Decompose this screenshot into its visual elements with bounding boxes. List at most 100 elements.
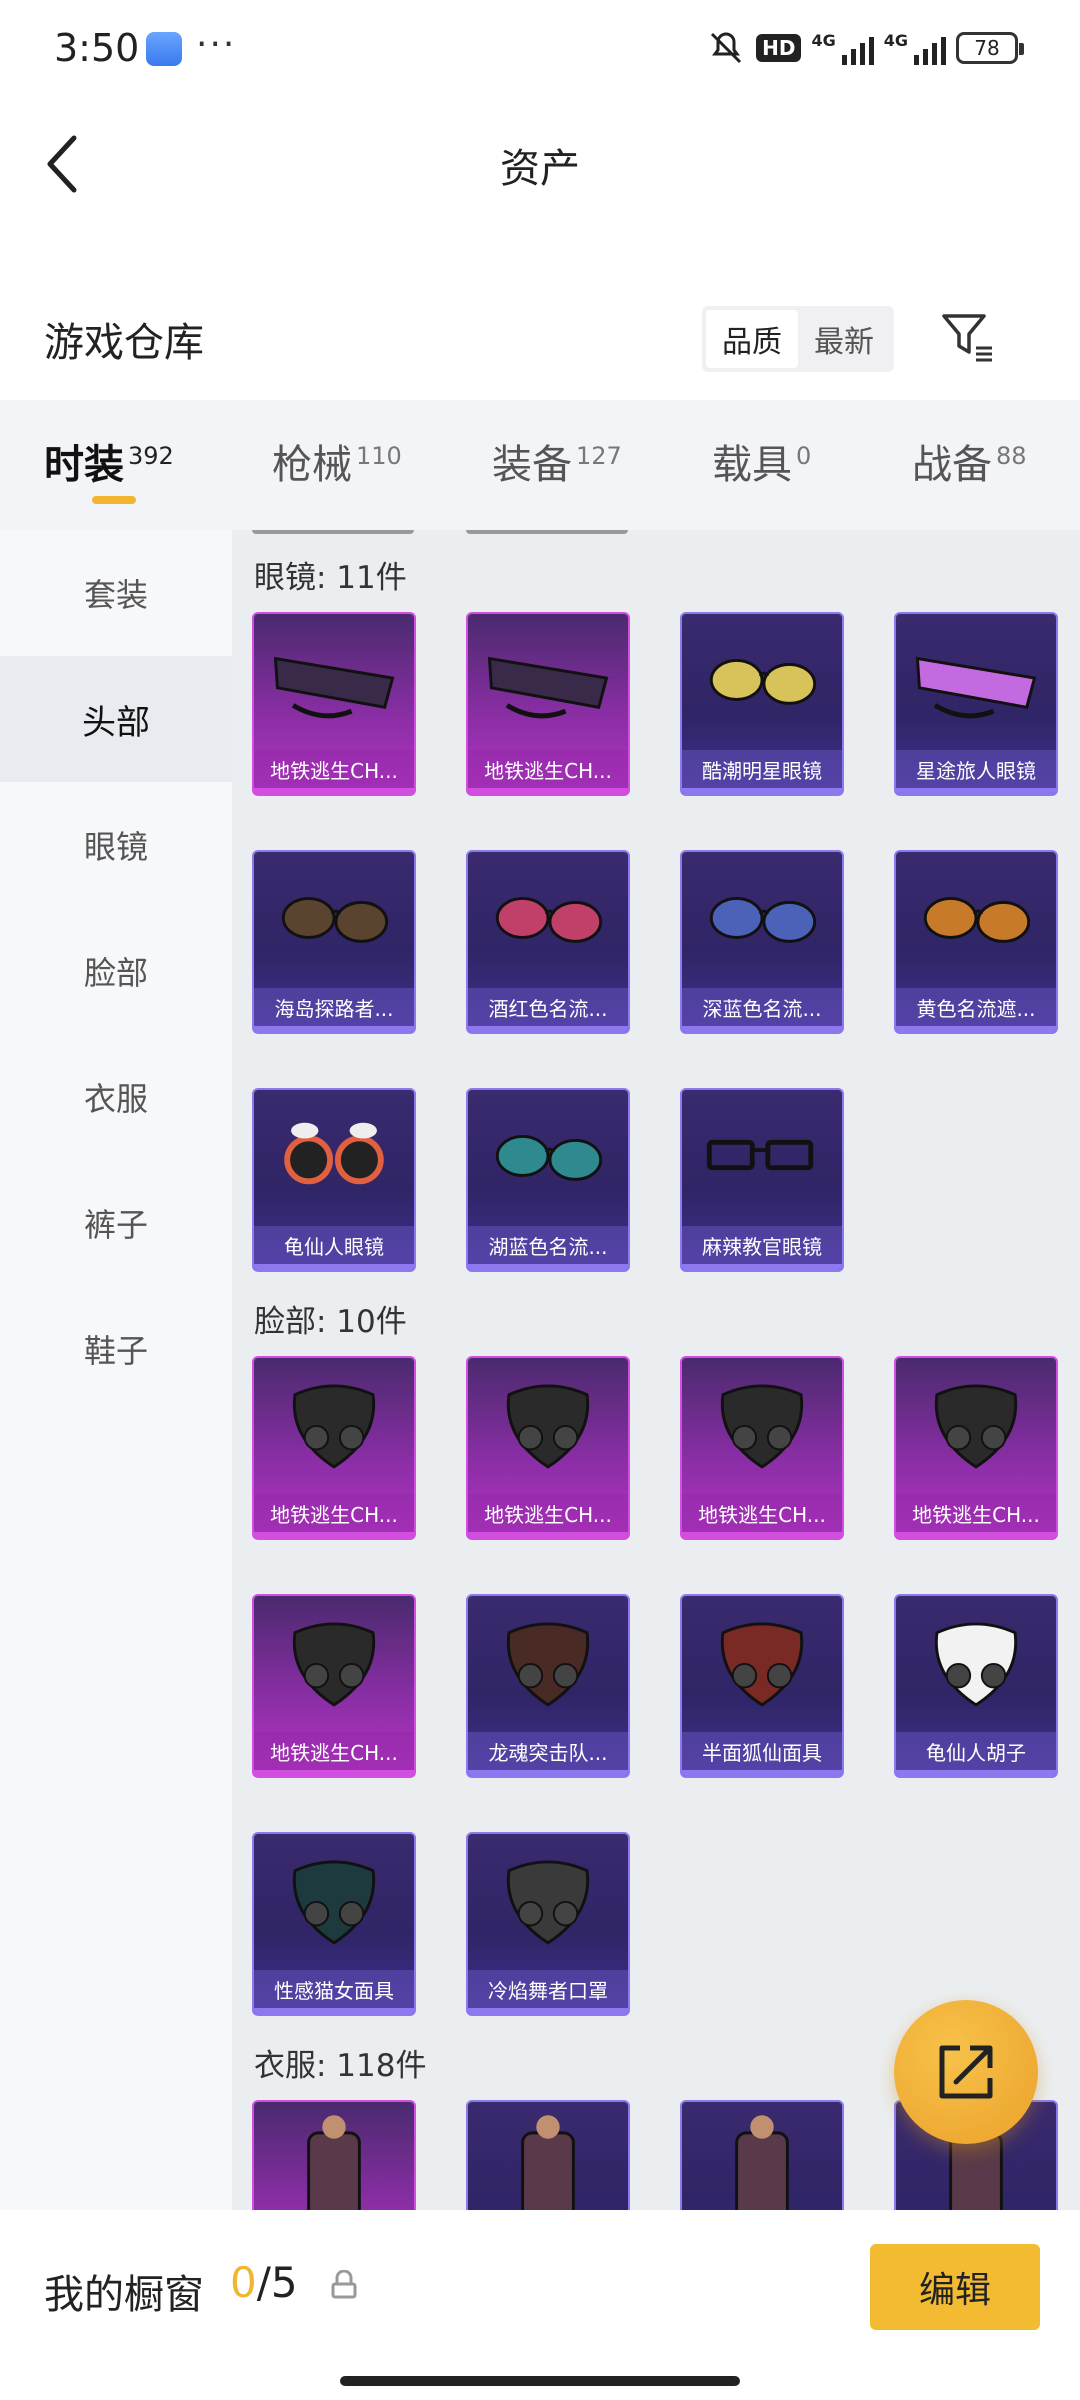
item-card[interactable] bbox=[252, 2100, 416, 2210]
section-title-clothes: 衣服: 118件 bbox=[254, 2048, 427, 2084]
rarity-bar bbox=[896, 1532, 1056, 1538]
showcase-bar: 我的橱窗 0/5 编辑 bbox=[0, 2212, 1080, 2372]
red-aviator-icon bbox=[495, 897, 603, 943]
rarity-bar bbox=[468, 1532, 628, 1538]
rarity-bar bbox=[468, 2008, 628, 2014]
rarity-bar bbox=[254, 1264, 414, 1270]
item-card[interactable]: 湖蓝色名流... bbox=[466, 1088, 630, 1272]
item-card[interactable] bbox=[466, 2100, 630, 2210]
item-name: 黄色名流遮... bbox=[896, 988, 1056, 1026]
round-glasses-icon bbox=[284, 1122, 384, 1185]
assault-mask-icon bbox=[506, 1622, 590, 1707]
status-bar: 3:50 ··· HD 4G 4G 78 bbox=[0, 0, 1080, 100]
gold-aviator-icon bbox=[709, 659, 817, 705]
item-card[interactable]: 深蓝色名流... bbox=[680, 850, 844, 1034]
scroll-cut-card bbox=[252, 530, 414, 534]
tactical-glasses-icon bbox=[487, 656, 609, 719]
status-time: 3:50 bbox=[54, 26, 140, 70]
battery-icon: 78 bbox=[956, 32, 1024, 64]
item-card[interactable]: 龟仙人眼镜 bbox=[252, 1088, 416, 1272]
studded-mask-icon bbox=[292, 1622, 376, 1707]
flame-mask-icon bbox=[506, 1860, 590, 1945]
filter-pieces-icon bbox=[720, 1384, 804, 1469]
item-card[interactable]: 冷焰舞者口罩 bbox=[466, 1832, 630, 2016]
warehouse-bar: 游戏仓库 品质 最新 bbox=[0, 280, 1080, 400]
item-card[interactable] bbox=[680, 2100, 844, 2210]
item-card[interactable]: 性感猫女面具 bbox=[252, 1832, 416, 2016]
scroll-cut-card bbox=[466, 530, 628, 534]
sidebar-item-face[interactable]: 脸部 bbox=[0, 908, 232, 1034]
item-card[interactable]: 地铁逃生CH... bbox=[466, 1356, 630, 1540]
filter-icon[interactable] bbox=[940, 310, 996, 366]
item-card[interactable]: 麻辣教官眼镜 bbox=[680, 1088, 844, 1272]
tab-fashion[interactable]: 时装 392 bbox=[44, 432, 174, 490]
share-button[interactable] bbox=[894, 2000, 1038, 2144]
cat-mask-icon bbox=[292, 1860, 376, 1945]
sort-quality-button[interactable]: 品质 bbox=[706, 310, 798, 368]
rarity-bar bbox=[254, 788, 414, 794]
item-name: 龙魂突击队... bbox=[468, 1732, 628, 1770]
item-card[interactable]: 地铁逃生CH... bbox=[894, 1356, 1058, 1540]
face-mask-icon bbox=[506, 1384, 590, 1469]
item-name: 龟仙人胡子 bbox=[896, 1732, 1056, 1770]
item-name: 地铁逃生CH... bbox=[254, 750, 414, 788]
sidebar-item-glasses[interactable]: 眼镜 bbox=[0, 782, 232, 908]
item-card[interactable]: 地铁逃生CH... bbox=[252, 612, 416, 796]
purple-visor-icon bbox=[915, 656, 1037, 719]
item-name: 性感猫女面具 bbox=[254, 1970, 414, 2008]
sidebar-item-shoes[interactable]: 鞋子 bbox=[0, 1286, 232, 1412]
rarity-bar bbox=[468, 788, 628, 794]
item-name: 龟仙人眼镜 bbox=[254, 1226, 414, 1264]
lock-icon bbox=[331, 2270, 357, 2299]
item-name: 地铁逃生CH... bbox=[468, 750, 628, 788]
mute-icon bbox=[711, 32, 742, 64]
item-card[interactable]: 酷潮明星眼镜 bbox=[680, 612, 844, 796]
rarity-bar bbox=[254, 1770, 414, 1776]
sidebar-item-suit[interactable]: 套装 bbox=[0, 530, 232, 656]
item-card[interactable]: 酒红色名流... bbox=[466, 850, 630, 1034]
item-card[interactable]: 地铁逃生CH... bbox=[252, 1356, 416, 1540]
visor-glasses-icon bbox=[273, 656, 395, 719]
item-name: 星途旅人眼镜 bbox=[896, 750, 1056, 788]
tab-combat-gear[interactable]: 战备 88 bbox=[912, 432, 1027, 490]
home-indicator bbox=[340, 2376, 740, 2386]
edit-button[interactable]: 编辑 bbox=[870, 2244, 1040, 2330]
item-card[interactable]: 黄色名流遮... bbox=[894, 850, 1058, 1034]
sidebar-item-clothes[interactable]: 衣服 bbox=[0, 1034, 232, 1160]
item-card[interactable]: 海岛探路者... bbox=[252, 850, 416, 1034]
item-card[interactable]: 地铁逃生CH... bbox=[680, 1356, 844, 1540]
item-name: 湖蓝色名流... bbox=[468, 1226, 628, 1264]
tab-vehicles[interactable]: 载具 0 bbox=[712, 432, 811, 490]
outfit-1-icon bbox=[307, 2115, 361, 2210]
item-card[interactable]: 地铁逃生CH... bbox=[466, 612, 630, 796]
rarity-bar bbox=[468, 1026, 628, 1032]
rarity-bar bbox=[682, 1026, 842, 1032]
active-tab-indicator bbox=[92, 496, 136, 504]
item-name: 地铁逃生CH... bbox=[682, 1494, 842, 1532]
item-card[interactable]: 地铁逃生CH... bbox=[252, 1594, 416, 1778]
sidebar-item-pants[interactable]: 裤子 bbox=[0, 1160, 232, 1286]
showcase-count: 0/5 bbox=[230, 2258, 298, 2307]
rarity-bar bbox=[468, 1770, 628, 1776]
rarity-bar bbox=[682, 1770, 842, 1776]
tab-guns[interactable]: 枪械 110 bbox=[272, 432, 402, 490]
outfit-2-icon bbox=[521, 2115, 575, 2210]
rarity-bar bbox=[468, 1264, 628, 1270]
item-name: 地铁逃生CH... bbox=[254, 1494, 414, 1532]
weather-app-icon bbox=[146, 32, 182, 66]
sidebar-item-head[interactable]: 头部 bbox=[0, 656, 232, 782]
item-card[interactable]: 半面狐仙面具 bbox=[680, 1594, 844, 1778]
item-name: 地铁逃生CH... bbox=[896, 1494, 1056, 1532]
item-name: 冷焰舞者口罩 bbox=[468, 1970, 628, 2008]
item-card[interactable]: 星途旅人眼镜 bbox=[894, 612, 1058, 796]
rarity-bar bbox=[896, 1026, 1056, 1032]
tab-equipment[interactable]: 装备 127 bbox=[492, 432, 622, 490]
item-card[interactable]: 龙魂突击队... bbox=[466, 1594, 630, 1778]
item-card[interactable]: 龟仙人胡子 bbox=[894, 1594, 1058, 1778]
fox-mask-icon bbox=[720, 1622, 804, 1707]
hd-voice-icon: HD bbox=[756, 34, 802, 62]
item-name: 半面狐仙面具 bbox=[682, 1732, 842, 1770]
rarity-bar bbox=[682, 788, 842, 794]
sort-newest-button[interactable]: 最新 bbox=[798, 310, 890, 368]
section-title-glasses: 眼镜: 11件 bbox=[254, 560, 407, 596]
